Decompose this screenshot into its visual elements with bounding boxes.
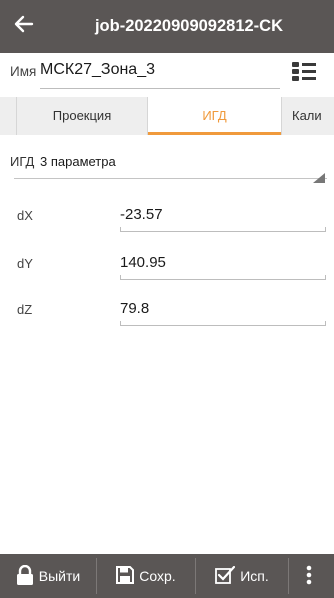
dy-label: dY [17,256,33,271]
dz-underline-cap-left [120,321,121,326]
tab-bar: Проекция ИГД Кали [0,97,334,135]
check-box-icon [215,565,240,587]
use-button[interactable]: Исп. [196,554,288,598]
tab-igd[interactable]: ИГД [148,97,282,135]
dx-row: dX -23.57 [0,200,334,240]
exit-label: Выйти [38,568,81,584]
more-button[interactable] [289,554,334,598]
dz-input[interactable]: 79.8 [120,300,149,317]
more-vertical-icon [306,565,317,588]
dz-row: dZ 79.8 [0,294,334,334]
name-row: Имя МСК27_Зона_3 [0,53,334,93]
back-button[interactable] [10,12,38,40]
dx-underline [120,231,326,232]
list-button[interactable] [289,59,319,87]
name-field[interactable]: МСК27_Зона_3 [40,61,155,79]
dz-underline [120,325,326,326]
page-title: job-20220909092812-CK [94,17,284,35]
igd-value: 3 параметра [40,154,116,169]
dy-underline-cap-left [120,275,121,280]
dz-underline-cap-right [325,321,326,326]
tab-calibration[interactable]: Кали [282,97,334,135]
name-label: Имя [10,64,37,79]
lock-icon [16,564,39,588]
list-icon [291,60,317,87]
igd-underline [14,178,327,179]
dy-underline-cap-right [325,275,326,280]
igd-select[interactable]: ИГД 3 параметра [0,148,334,183]
dy-input[interactable]: 140.95 [120,254,166,271]
dropdown-corner-icon [313,170,325,188]
arrow-left-icon [13,13,35,40]
exit-button[interactable]: Выйти [0,554,96,598]
tab-projection[interactable]: Проекция [17,97,148,135]
tab-hidden-left[interactable] [0,97,17,135]
dx-label: dX [17,208,33,223]
dx-underline-cap-left [120,227,121,232]
use-label: Исп. [240,568,269,584]
dx-underline-cap-right [325,227,326,232]
name-field-underline [40,88,280,89]
dy-underline [120,279,326,280]
save-button[interactable]: Сохр. [97,554,195,598]
save-label: Сохр. [139,568,176,584]
save-icon [116,565,139,587]
title-bar: job-20220909092812-CK [0,0,334,53]
igd-label: ИГД [10,154,35,169]
bottom-bar: Выйти Сохр. Исп. [0,554,334,598]
dy-row: dY 140.95 [0,248,334,288]
dx-input[interactable]: -23.57 [120,206,163,223]
dz-label: dZ [17,302,33,317]
